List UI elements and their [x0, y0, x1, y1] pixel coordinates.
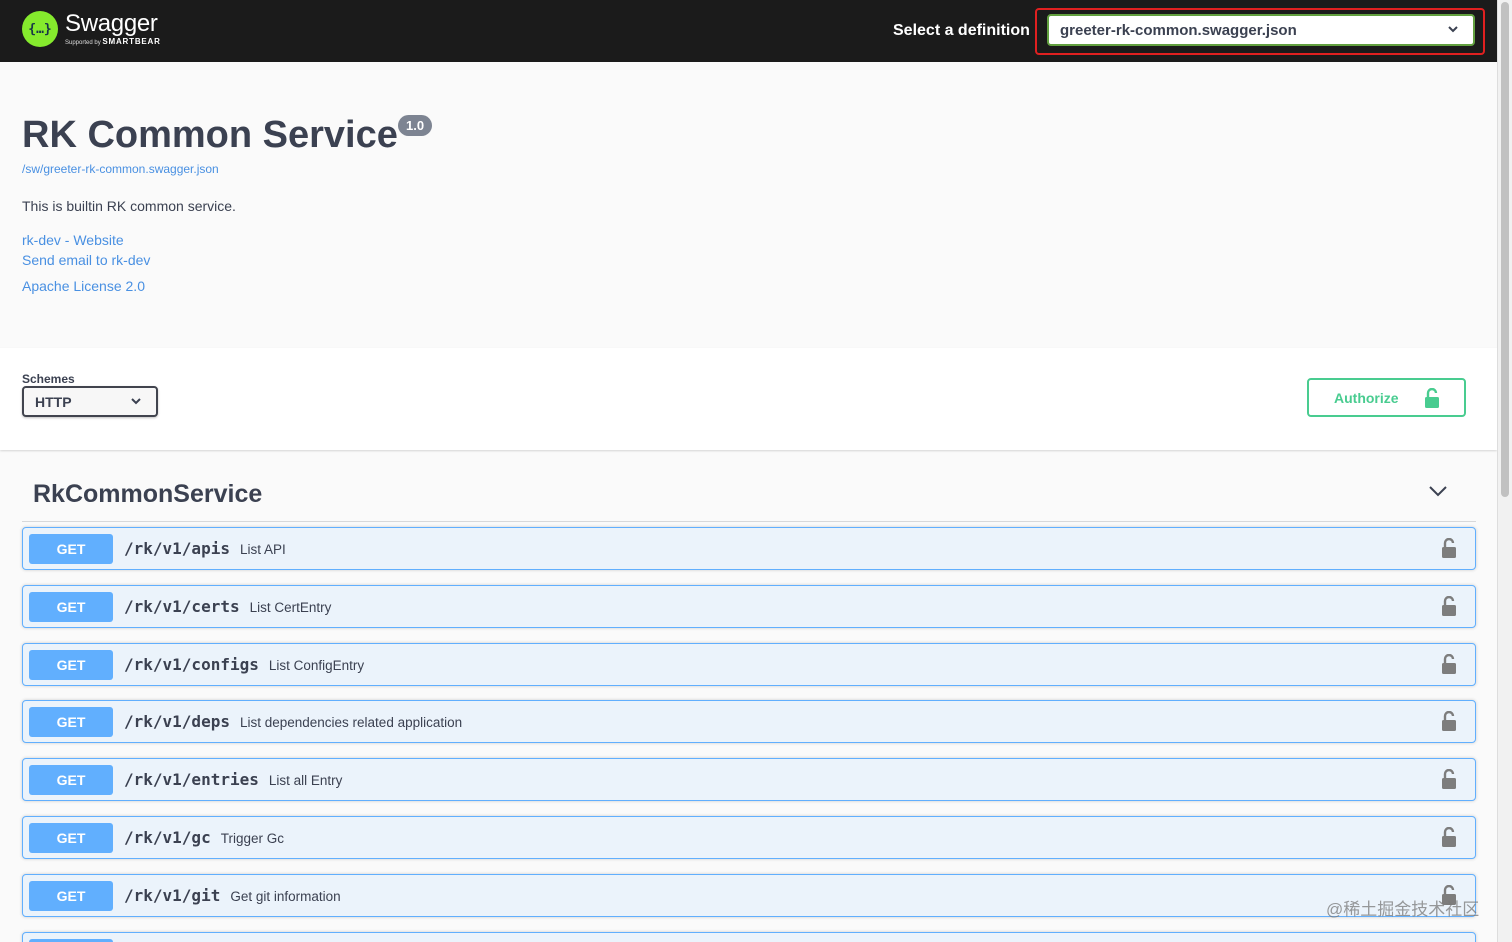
service-description: This is builtin RK common service. — [22, 198, 236, 214]
unlock-icon[interactable] — [1441, 653, 1457, 674]
unlock-icon[interactable] — [1441, 538, 1457, 558]
topbar: {…} Swagger Supported by SMARTBEAR Selec… — [0, 0, 1497, 62]
tag-header[interactable]: RkCommonService — [22, 466, 1476, 522]
operation-path-text: /rk/v1/certs — [124, 596, 240, 616]
operation-summary: Trigger Gc — [220, 831, 284, 846]
operation-path-text: /rk/v1/git — [124, 885, 221, 905]
unlock-icon[interactable] — [1441, 595, 1457, 616]
operation-row[interactable]: GET/rk/v1/gc Trigger Gc — [22, 816, 1476, 859]
operation-row[interactable]: GET/rk/v1/entries List all Entry — [22, 758, 1476, 802]
tag-title: RkCommonService — [33, 480, 263, 508]
scrollbar-thumb[interactable] — [1501, 2, 1509, 497]
method-badge: GET — [29, 880, 113, 911]
watermark: @稀土掘金技术社区 — [1326, 900, 1480, 919]
brand-name: Swagger — [65, 9, 158, 37]
operation-row[interactable]: GET/rk/v1/git Get git information — [22, 873, 1476, 917]
license-link[interactable]: Apache License 2.0 — [22, 278, 145, 294]
version-badge: 1.0 — [398, 115, 433, 136]
operation-path: /rk/v1/entries List all Entry — [124, 770, 342, 789]
operation-path-text: /rk/v1/configs — [124, 654, 259, 674]
method-badge: GET — [29, 534, 113, 564]
operation-path: /rk/v1/git Get git information — [124, 886, 341, 905]
brand-sub-prefix: Supported by — [65, 39, 101, 46]
method-badge: GET — [29, 649, 113, 680]
method-badge: GET — [29, 823, 113, 853]
schemes-select[interactable]: HTTP — [22, 386, 158, 417]
definition-select[interactable]: greeter-rk-common.swagger.json — [1047, 14, 1475, 46]
operation-path-text: /rk/v1/gc — [124, 828, 211, 847]
schemes-label: Schemes — [22, 372, 75, 386]
operation-path: /rk/v1/certs List CertEntry — [124, 597, 331, 616]
info-section: RK Common Service 1.0 /sw/greeter-rk-com… — [0, 62, 1497, 348]
contact-website-link[interactable]: rk-dev - Website — [22, 232, 124, 248]
operation-path-text: /rk/v1/entries — [124, 770, 259, 790]
contact-email-link[interactable]: Send email to rk-dev — [22, 252, 150, 268]
unlock-icon[interactable] — [1441, 827, 1457, 847]
scrollbar[interactable] — [1497, 0, 1512, 942]
operation-summary: Get git information — [230, 888, 341, 904]
operation-row-partial[interactable] — [22, 932, 1476, 942]
operation-path-text: /rk/v1/apis — [124, 539, 230, 558]
operation-summary: List all Entry — [268, 773, 343, 789]
operation-row[interactable]: GET/rk/v1/configs List ConfigEntry — [22, 642, 1476, 686]
operation-path: /rk/v1/gc Trigger Gc — [124, 828, 284, 847]
definition-select-value: greeter-rk-common.swagger.json — [1060, 21, 1297, 39]
chevron-down-icon — [1447, 23, 1459, 38]
authorize-label: Authorize — [1334, 389, 1399, 406]
operation-summary: List ConfigEntry — [268, 657, 365, 673]
chevron-down-icon — [1429, 486, 1447, 497]
operation-row[interactable]: GET/rk/v1/deps List dependencies related … — [22, 700, 1476, 744]
operation-path: /rk/v1/configs List ConfigEntry — [124, 655, 364, 674]
authorize-button[interactable]: Authorize — [1307, 378, 1466, 417]
unlock-icon[interactable] — [1441, 769, 1457, 790]
operation-summary: List CertEntry — [249, 599, 332, 615]
swagger-logo-icon: {…} — [22, 11, 58, 47]
operation-summary: List dependencies related application — [239, 715, 463, 731]
unlock-icon — [1425, 388, 1439, 408]
operation-row[interactable]: GET/rk/v1/apis List API — [22, 527, 1476, 570]
method-badge: GET — [29, 765, 113, 796]
brand-sub: Supported by SMARTBEAR — [65, 37, 161, 46]
chevron-down-icon — [130, 395, 142, 410]
page-title: RK Common Service — [22, 114, 398, 156]
logo-text: Swagger Supported by SMARTBEAR — [65, 9, 161, 46]
operation-path: /rk/v1/deps List dependencies related app… — [124, 712, 462, 731]
definition-label: Select a definition — [893, 22, 1030, 39]
spec-url-link[interactable]: /sw/greeter-rk-common.swagger.json — [22, 162, 219, 176]
schemes-bar: Schemes HTTP Authorize — [0, 348, 1497, 450]
swagger-logo[interactable]: {…} Swagger Supported by SMARTBEAR — [22, 11, 161, 47]
operation-path: /rk/v1/apis List API — [124, 539, 286, 558]
operation-path-text: /rk/v1/deps — [124, 712, 230, 732]
schemes-select-value: HTTP — [35, 393, 72, 410]
brand-sub-name: SMARTBEAR — [102, 36, 161, 46]
unlock-icon[interactable] — [1441, 711, 1457, 732]
method-badge: GET — [29, 591, 113, 622]
operation-summary: List API — [239, 542, 286, 557]
method-badge: GET — [29, 707, 113, 738]
operation-row[interactable]: GET/rk/v1/certs List CertEntry — [22, 584, 1476, 628]
